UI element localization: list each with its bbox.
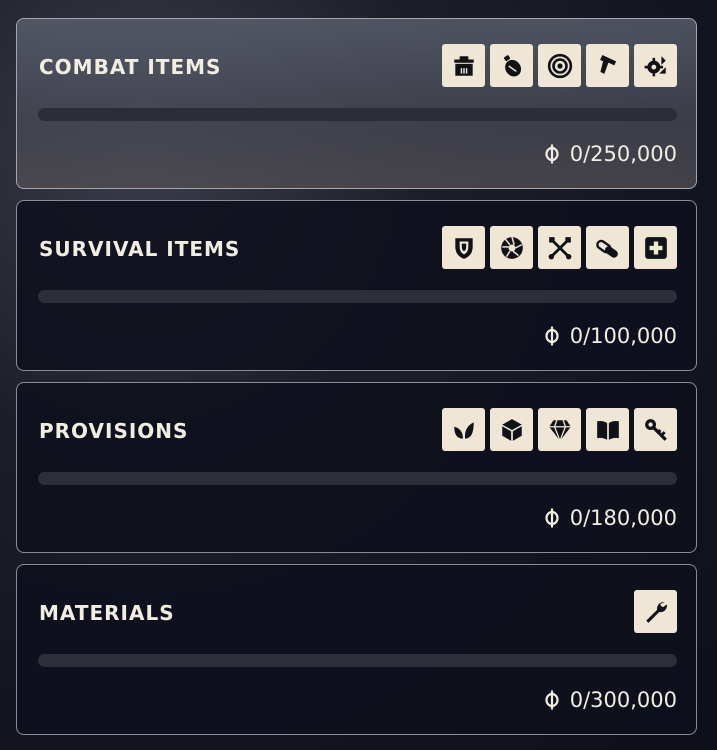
value-row: 0/180,000: [544, 505, 677, 531]
value-text: 0/250,000: [569, 142, 677, 166]
category-title: PROVISIONS: [39, 419, 189, 443]
progress-bar: [38, 654, 677, 667]
value-row: 0/250,000: [544, 141, 677, 167]
value-text: 0/300,000: [569, 688, 677, 712]
gear-upgrade-icon[interactable]: [634, 44, 677, 87]
box-icon[interactable]: [490, 408, 533, 451]
leaf-icon[interactable]: [442, 408, 485, 451]
category-panel-survival-items[interactable]: SURVIVAL ITEMS 0/100,000: [16, 200, 697, 371]
diamond-icon[interactable]: [538, 408, 581, 451]
ammo-crate-icon[interactable]: [442, 44, 485, 87]
key-icon[interactable]: [634, 408, 677, 451]
category-icon-row: [442, 44, 677, 87]
book-icon[interactable]: [586, 408, 629, 451]
category-icon-row: [442, 226, 677, 269]
progress-bar: [38, 472, 677, 485]
shield-icon[interactable]: [442, 226, 485, 269]
progress-bar: [38, 290, 677, 303]
category-panel-combat-items[interactable]: COMBAT ITEMS 0/250,000: [16, 18, 697, 189]
category-title: SURVIVAL ITEMS: [39, 237, 241, 261]
currency-icon: [544, 144, 560, 164]
value-text: 0/100,000: [569, 324, 677, 348]
medkit-icon[interactable]: [634, 226, 677, 269]
grenade-icon[interactable]: [490, 44, 533, 87]
category-icon-row: [634, 590, 677, 633]
category-icon-row: [442, 408, 677, 451]
value-row: 0/300,000: [544, 687, 677, 713]
pills-icon[interactable]: [586, 226, 629, 269]
currency-icon: [544, 508, 560, 528]
target-icon[interactable]: [538, 44, 581, 87]
progress-bar: [38, 108, 677, 121]
value-row: 0/100,000: [544, 323, 677, 349]
category-title: COMBAT ITEMS: [39, 55, 222, 79]
currency-icon: [544, 690, 560, 710]
wrench-icon[interactable]: [634, 590, 677, 633]
pistol-icon[interactable]: [586, 44, 629, 87]
category-panel-materials[interactable]: MATERIALS 0/300,000: [16, 564, 697, 735]
aperture-icon[interactable]: [490, 226, 533, 269]
category-title: MATERIALS: [39, 601, 175, 625]
category-panel-provisions[interactable]: PROVISIONS 0/180,000: [16, 382, 697, 553]
value-text: 0/180,000: [569, 506, 677, 530]
currency-icon: [544, 326, 560, 346]
crossed-tools-icon[interactable]: [538, 226, 581, 269]
